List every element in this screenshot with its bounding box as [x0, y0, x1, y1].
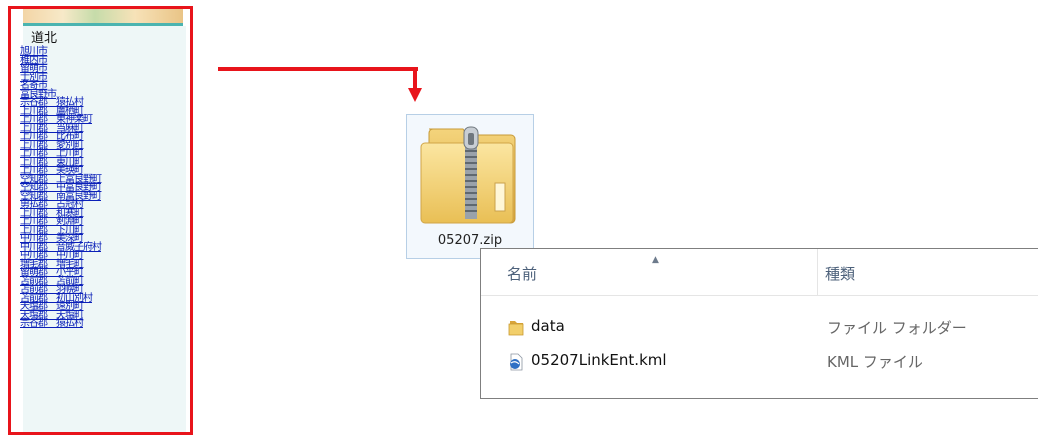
- column-divider[interactable]: [817, 249, 818, 295]
- region-list-panel: 道北 旭川市 稚内市 留萌市 士別市 名寄市 富良野市 宗谷郡 猿払村 上川郡 鷹栖町 上川郡 …: [8, 6, 193, 435]
- city-link[interactable]: 宗谷郡 猿払村: [20, 319, 101, 329]
- city-link-list: 旭川市 稚内市 留萌市 士別市 名寄市 富良野市 宗谷郡 猿払村 上川郡 鷹栖町 上川郡 東神楽…: [20, 47, 102, 329]
- folder-icon: [508, 321, 524, 336]
- sort-ascending-icon: ▲: [652, 255, 659, 265]
- explorer-file-list: ▲ 名前 種類 data ファイル フォルダー 05207LinkEnt.kml…: [480, 248, 1038, 399]
- arrow-down-icon: [408, 88, 422, 102]
- column-header-row: ▲ 名前 種類: [481, 249, 1038, 296]
- column-header-type[interactable]: 種類: [825, 263, 855, 284]
- file-name: 05207LinkEnt.kml: [531, 351, 667, 369]
- column-header-name[interactable]: 名前: [507, 263, 537, 284]
- zip-folder-icon: [420, 126, 516, 224]
- zip-file-item[interactable]: 05207.zip: [406, 114, 534, 259]
- file-row-kml[interactable]: 05207LinkEnt.kml KML ファイル: [481, 349, 1038, 375]
- arrow-connector-vertical: [413, 67, 417, 90]
- region-title: 道北: [31, 31, 58, 46]
- zip-file-name: 05207.zip: [437, 233, 503, 248]
- arrow-connector-horizontal: [218, 67, 418, 71]
- panel-banner-image: [23, 9, 183, 26]
- file-type: ファイル フォルダー: [827, 319, 967, 337]
- kml-file-icon: [510, 353, 523, 371]
- file-type: KML ファイル: [827, 353, 923, 371]
- file-row-data[interactable]: data ファイル フォルダー: [481, 315, 1038, 341]
- file-name: data: [531, 317, 565, 335]
